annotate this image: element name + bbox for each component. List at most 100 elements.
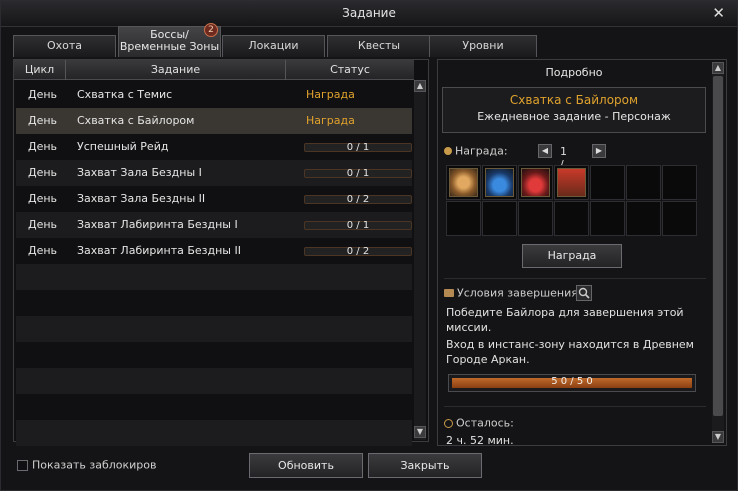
row-cycle: День — [28, 88, 58, 101]
coin-icon — [444, 147, 452, 155]
row-progress-bar: 0 / 1 — [304, 220, 412, 231]
reward-next-button[interactable]: ▶ — [592, 144, 606, 158]
quest-name: Схватка с Байлором — [509, 93, 639, 107]
table-row[interactable]: День Захват Лабиринта Бездны II 0 / 2 — [16, 238, 412, 264]
row-status: 0 / 1 — [346, 220, 370, 231]
reward-slot[interactable] — [554, 165, 589, 200]
show-locked-label: Показать заблокиров — [32, 458, 157, 472]
tab-hunt[interactable]: Охота — [13, 35, 116, 57]
table-row[interactable]: День Захват Зала Бездны II 0 / 2 — [16, 186, 412, 212]
reward-slot — [662, 165, 697, 200]
treasure-chest-icon[interactable] — [557, 168, 586, 197]
table-row[interactable]: ДеньСхватка с БайлоромНаграда доступна — [16, 108, 412, 153]
close-button[interactable]: Закрыть — [368, 453, 482, 478]
reward-slot[interactable] — [446, 165, 481, 200]
progress-text: 5 0 / 5 0 — [551, 376, 593, 387]
scroll-down-icon[interactable]: ▼ — [712, 431, 724, 443]
red-potion-icon[interactable] — [521, 168, 550, 197]
quest-rows: ДеньСхватка с ТемисНаграда доступнаДеньС… — [16, 82, 412, 446]
header-task[interactable]: Задание — [66, 60, 286, 80]
reward-prev-button[interactable]: ◀ — [538, 144, 552, 158]
tab-levels[interactable]: Уровни — [429, 35, 537, 57]
close-icon[interactable]: ✕ — [712, 4, 725, 22]
row-task-name: Схватка с Темис — [77, 88, 173, 101]
condition-progress-bar: 5 0 / 5 0 — [448, 374, 696, 392]
detail-panel: Подробно Схватка с Байлором Ежедневное з… — [437, 59, 727, 447]
reward-slot[interactable] — [482, 165, 517, 200]
reward-slot — [482, 201, 517, 236]
reward-slot — [626, 201, 661, 236]
reward-slot[interactable] — [518, 165, 553, 200]
tab-badge: 2 — [204, 23, 218, 37]
table-row[interactable]: День Захват Лабиринта Бездны I 0 / 1 — [16, 212, 412, 238]
row-cycle: День — [28, 218, 58, 231]
blue-potion-icon[interactable] — [485, 168, 514, 197]
empty-row — [16, 394, 412, 420]
reward-button[interactable]: Награда — [522, 244, 622, 268]
reward-slot — [446, 201, 481, 236]
tab-quests[interactable]: Квесты — [327, 35, 431, 57]
row-cycle: День — [28, 244, 58, 257]
scroll-thumb[interactable] — [713, 76, 723, 416]
empty-row — [16, 264, 412, 290]
reward-row: Награда: ◀ 1 / 1 ▶ — [444, 144, 606, 184]
show-locked-checkbox[interactable] — [17, 459, 28, 471]
magnifier-icon[interactable] — [576, 285, 592, 301]
row-progress-bar: 0 / 1 — [304, 142, 412, 153]
empty-row — [16, 290, 412, 316]
row-task-name: Схватка с Байлором — [77, 114, 195, 127]
title-bar: Задание ✕ — [1, 1, 737, 27]
remaining-label: Осталось: — [456, 416, 514, 430]
row-status: 0 / 1 — [346, 168, 370, 179]
clock-icon — [444, 418, 453, 428]
detail-title: Подробно — [545, 66, 603, 79]
empty-row — [16, 368, 412, 394]
scroll-up-icon[interactable]: ▲ — [414, 80, 426, 92]
quest-type: Ежедневное задание - Персонаж — [477, 110, 671, 123]
row-status: 0 / 2 — [346, 194, 370, 205]
show-locked-toggle[interactable]: Показать заблокиров — [17, 458, 157, 472]
empty-row — [16, 342, 412, 368]
reward-slot — [662, 201, 697, 236]
quest-list-panel: Цикл Задание Статус День Схватка с Темис Н… — [13, 59, 429, 446]
table-row[interactable]: День Захват Зала Бездны I 0 / 1 — [16, 160, 412, 186]
reward-slot — [554, 201, 589, 236]
divider — [444, 406, 706, 407]
tab-label: Уровни — [462, 39, 504, 52]
row-cycle: День — [28, 114, 58, 127]
condition-text: Победите Байлора для завершения этой мис… — [446, 306, 684, 334]
reward-slot — [626, 165, 661, 200]
quest-window: Задание ✕ Охота Боссы/ Временные Зоны 2 … — [0, 0, 738, 491]
list-scrollbar[interactable]: ▲ ▼ — [414, 80, 426, 440]
row-task-name: Успешный Рейд — [77, 140, 169, 153]
condition-location-text: Вход в инстанс-зону находится в Древнем … — [446, 338, 694, 366]
tab-locations[interactable]: Локации — [222, 35, 325, 57]
remaining-time: 2 ч. 52 мин. — [446, 434, 514, 447]
tab-label: Охота — [46, 39, 83, 52]
row-progress-bar: 0 / 1 — [304, 168, 412, 179]
scroll-up-icon[interactable]: ▲ — [712, 62, 724, 74]
row-task-name: Захват Лабиринта Бездны II — [77, 244, 241, 257]
row-task-name: Захват Зала Бездны I — [77, 166, 202, 179]
row-progress-bar: 0 / 2 — [304, 194, 412, 205]
table-row[interactable]: ДеньСхватка с ТемисНаграда доступна — [16, 82, 412, 127]
reward-slot — [590, 165, 625, 200]
window-title: Задание — [342, 6, 396, 20]
divider — [444, 278, 706, 279]
conditions-row: Условия завершения: — [444, 285, 592, 302]
header-cycle[interactable]: Цикл — [14, 60, 66, 80]
header-status[interactable]: Статус — [286, 60, 414, 80]
row-task-name: Захват Лабиринта Бездны I — [77, 218, 238, 231]
remaining-row: Осталось: — [444, 416, 514, 430]
table-row[interactable]: День Успешный Рейд 0 / 1 — [16, 134, 412, 160]
tab-bosses[interactable]: Боссы/ Временные Зоны 2 — [118, 23, 221, 57]
refresh-button[interactable]: Обновить — [249, 453, 363, 478]
detail-scrollbar[interactable]: ▲ ▼ — [712, 62, 724, 443]
list-header: Цикл Задание Статус — [14, 60, 414, 80]
scroll-down-icon[interactable]: ▼ — [414, 426, 426, 438]
reward-grid — [446, 165, 702, 237]
gold-coin-icon[interactable] — [449, 168, 478, 197]
row-status: 0 / 2 — [346, 246, 370, 257]
tab-label: Квесты — [357, 39, 401, 52]
reward-slot — [590, 201, 625, 236]
